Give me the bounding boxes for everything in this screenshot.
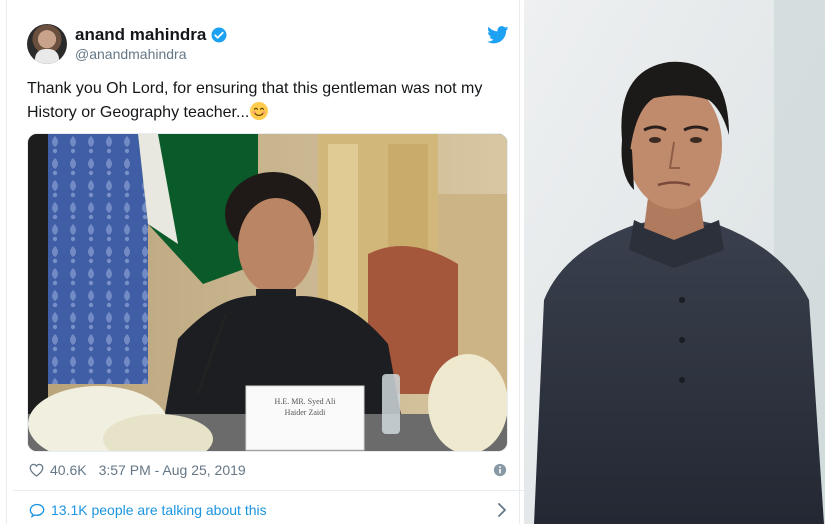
divider <box>13 490 527 491</box>
timestamp[interactable]: 3:57 PM - Aug 25, 2019 <box>99 462 246 478</box>
reply-bubble-icon <box>29 503 45 518</box>
tweet-text-line-1: Thank you Oh Lord, for ensuring that thi… <box>27 80 483 97</box>
twitter-bird-icon[interactable] <box>487 26 509 44</box>
tweet-card: anand mahindra @anandmahindra Thank you … <box>6 0 527 524</box>
handle[interactable]: @anandmahindra <box>75 46 187 62</box>
verified-badge-icon <box>211 27 227 43</box>
heart-icon[interactable] <box>29 463 44 477</box>
tweet-text-line-2-text: History or Geography teacher... <box>27 104 250 121</box>
tweet-text: Thank you Oh Lord, for ensuring that thi… <box>27 77 507 125</box>
portrait-illustration <box>524 0 825 524</box>
info-icon[interactable] <box>493 463 507 477</box>
smiling-face-icon <box>250 102 269 120</box>
avatar[interactable] <box>27 24 67 64</box>
tweet-text-line-2: History or Geography teacher... <box>27 101 507 125</box>
author-row: anand mahindra <box>75 25 228 45</box>
chevron-right-icon[interactable] <box>497 503 507 517</box>
conversation-link[interactable]: 13.1K people are talking about this <box>29 502 267 518</box>
talking-count: 13.1K people are talking about this <box>51 502 267 518</box>
video-thumbnail[interactable]: H.E. MR. Syed Ali Haider Zaidi <box>27 133 508 452</box>
tweet-meta: 40.6K 3:57 PM - Aug 25, 2019 <box>29 462 246 478</box>
like-count[interactable]: 40.6K <box>50 462 87 478</box>
portrait-photo <box>524 0 825 524</box>
placard-line-1: H.E. MR. Syed Ali <box>274 397 336 406</box>
placard-line-2: Haider Zaidi <box>284 408 326 417</box>
display-name[interactable]: anand mahindra <box>75 25 206 45</box>
name-placard-text: H.E. MR. Syed Ali Haider Zaidi <box>248 396 362 418</box>
